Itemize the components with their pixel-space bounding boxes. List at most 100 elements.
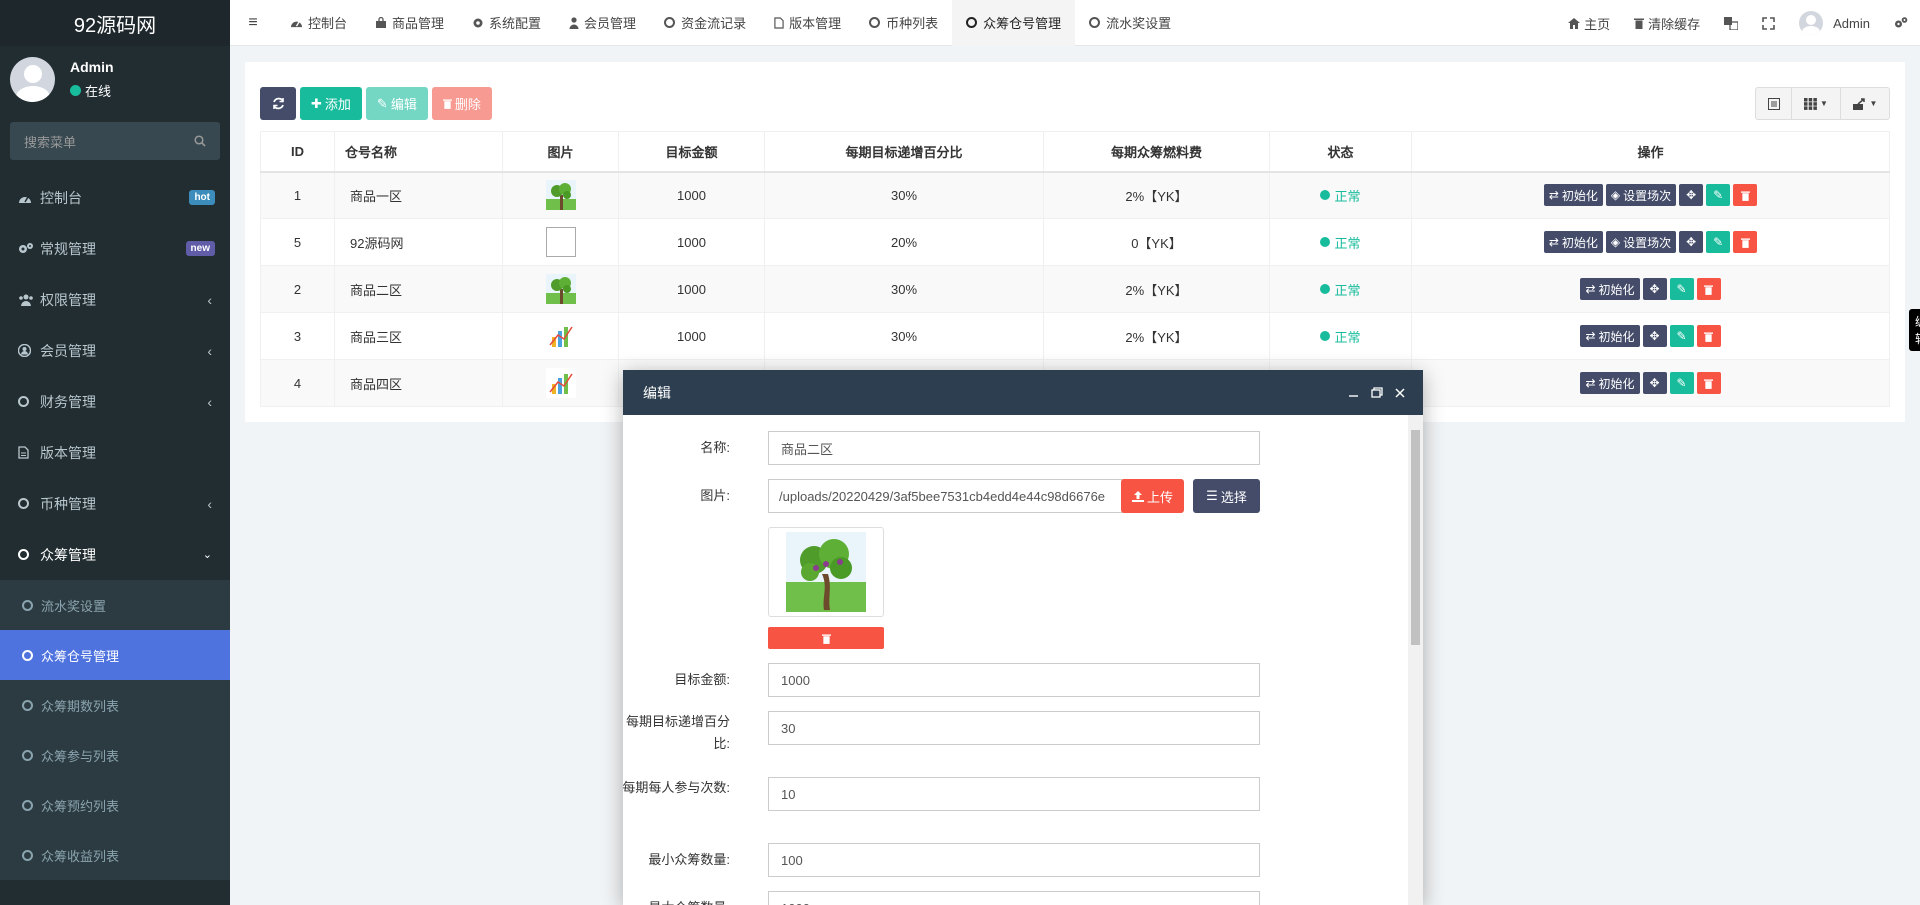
tab-fund-records[interactable]: 资金流记录 [650,0,760,46]
drag-move-icon[interactable]: ✥ [1679,184,1704,207]
delete-button[interactable]: 删除 [431,87,492,120]
init-button[interactable]: ⇄ 初始化 [1580,325,1640,347]
cell-image[interactable] [502,265,619,313]
export-dropdown[interactable]: ▼ [1841,87,1890,120]
init-button[interactable]: ⇄ 初始化 [1543,231,1603,253]
maximize-icon[interactable] [1371,387,1383,398]
drag-move-icon[interactable]: ✥ [1642,325,1667,347]
tab-version[interactable]: 版本管理 [760,0,855,46]
status-badge[interactable]: 正常 [1320,233,1361,252]
cell-name-link[interactable]: 商品二区 [334,265,503,313]
user-menu[interactable]: Admin [1787,0,1882,46]
row-delete-button[interactable] [1733,231,1758,253]
cell-name-link[interactable]: 商品四区 [334,359,503,407]
cell-image[interactable] [502,312,619,360]
status-badge[interactable]: 正常 [1320,186,1361,205]
col-header-fee[interactable]: 每期众筹燃料费 [1043,131,1270,173]
set-session-button[interactable]: ◈ 设置场次 [1605,184,1677,207]
sidebar-item-finance[interactable]: 财务管理 ‹ [0,376,230,427]
tab-system-config[interactable]: 系统配置 [458,0,555,46]
tab-currency-list[interactable]: 币种列表 [855,0,952,46]
sidebar-item-crowdfunding[interactable]: 众筹管理 ⌄ [0,529,230,580]
fullscreen-icon[interactable] [1750,0,1787,46]
tab-warehouse[interactable]: 众筹仓号管理 [952,0,1076,46]
col-header-target[interactable]: 目标金额 [618,131,765,173]
delete-image-button[interactable] [768,627,884,649]
cell-name-link[interactable]: 商品一区 [334,171,503,219]
drag-move-icon[interactable]: ✥ [1679,231,1704,253]
col-header-status[interactable]: 状态 [1269,131,1412,173]
per-person-input[interactable]: 10 [768,777,1260,811]
logo[interactable]: 92源码网 [0,0,230,46]
row-edit-button[interactable]: ✎ [1706,231,1731,253]
row-edit-button[interactable]: ✎ [1706,184,1731,207]
col-header-name[interactable]: 仓号名称 [334,131,503,173]
sidebar-subitem-flow-reward[interactable]: 流水奖设置 [0,580,230,630]
row-delete-button[interactable] [1696,325,1721,347]
toggle-view-button[interactable] [1755,87,1792,120]
increase-input[interactable]: 30 [768,711,1260,745]
tab-flow-reward[interactable]: 流水奖设置 [1075,0,1185,46]
row-edit-button[interactable]: ✎ [1669,372,1694,394]
columns-dropdown[interactable]: ▼ [1792,87,1841,120]
row-delete-button[interactable] [1696,278,1721,300]
edit-button[interactable]: ✎ 编辑 [365,87,428,120]
cell-name-link[interactable]: 商品三区 [334,312,503,360]
col-header-increase[interactable]: 每期目标递增百分比 [764,131,1044,173]
sidebar-item-dashboard[interactable]: 控制台 hot [0,172,230,223]
sidebar-item-members[interactable]: 会员管理 ‹ [0,325,230,376]
drag-move-icon[interactable]: ✥ [1642,278,1667,300]
dialog-header[interactable]: 编辑 [623,370,1423,415]
scrollbar-thumb[interactable] [1411,430,1420,645]
tab-products[interactable]: 商品管理 [361,0,458,46]
table-row[interactable]: 1 商品一区 1000 30% 2%【YK】 正常 ⇄ 初始化 ◈ 设置场次 ✥ ✎ [260,171,1890,219]
translate-icon[interactable] [1712,0,1750,46]
status-badge[interactable]: 正常 [1320,280,1361,299]
sidebar-subitem-earnings[interactable]: 众筹收益列表 [0,830,230,880]
sidebar-subitem-participants[interactable]: 众筹参与列表 [0,730,230,780]
sidebar-item-general[interactable]: 常规管理 new [0,223,230,274]
init-button[interactable]: ⇄ 初始化 [1543,184,1603,207]
menu-search-input[interactable]: 搜索菜单 [10,122,220,160]
col-header-id[interactable]: ID [260,131,335,173]
col-header-image[interactable]: 图片 [502,131,619,173]
row-delete-button[interactable] [1696,372,1721,394]
dialog-scrollbar[interactable] [1408,415,1423,905]
close-icon[interactable] [1395,387,1405,398]
sidebar-subitem-periods[interactable]: 众筹期数列表 [0,680,230,730]
sidebar-item-currency[interactable]: 币种管理 ‹ [0,478,230,529]
set-session-button[interactable]: ◈ 设置场次 [1605,231,1677,253]
image-path-input[interactable]: /uploads/20220429/3af5bee7531cb4edd4e44c… [768,479,1124,513]
cell-name-link[interactable]: 92源码网 [334,218,503,266]
row-edit-button[interactable]: ✎ [1669,325,1694,347]
tab-members[interactable]: 会员管理 [555,0,650,46]
cell-image[interactable] [502,359,619,407]
row-edit-button[interactable]: ✎ [1669,278,1694,300]
settings-gear-icon[interactable] [1882,0,1920,46]
home-link[interactable]: 主页 [1556,0,1622,46]
table-row[interactable]: 5 92源码网 1000 20% 0【YK】 正常 ⇄ 初始化 ◈ 设置场次 ✥ ✎ [260,218,1890,266]
add-button[interactable]: ✚ 添加 [300,87,362,120]
cell-image[interactable] [502,218,619,266]
minimize-icon[interactable] [1348,387,1359,398]
sidebar-subitem-warehouse[interactable]: 众筹仓号管理 [0,630,230,680]
min-amount-input[interactable]: 100 [768,843,1260,877]
drag-move-icon[interactable]: ✥ [1642,372,1667,394]
upload-button[interactable]: 上传 [1121,479,1185,513]
status-badge[interactable]: 正常 [1320,327,1361,346]
max-amount-input[interactable]: 1000 [768,891,1260,905]
name-input[interactable]: 商品二区 [768,431,1260,465]
sidebar-item-version[interactable]: 版本管理 [0,427,230,478]
table-row[interactable]: 3 商品三区 1000 30% 2%【YK】 正常 ⇄ 初始化 ✥ ✎ [260,312,1890,360]
table-row[interactable]: 2 商品二区 1000 30% 2%【YK】 正常 ⇄ 初始化 ✥ ✎ [260,265,1890,313]
cell-image[interactable] [502,171,619,219]
init-button[interactable]: ⇄ 初始化 [1580,372,1640,394]
init-button[interactable]: ⇄ 初始化 [1580,278,1640,300]
refresh-button[interactable] [260,87,296,120]
row-delete-button[interactable] [1733,184,1758,207]
clear-cache-button[interactable]: 清除缓存 [1622,0,1712,46]
target-input[interactable]: 1000 [768,663,1260,697]
tab-dashboard[interactable]: 控制台 [276,0,361,46]
sidebar-item-permissions[interactable]: 权限管理 ‹ [0,274,230,325]
menu-toggle-icon[interactable]: ≡ [230,0,276,46]
